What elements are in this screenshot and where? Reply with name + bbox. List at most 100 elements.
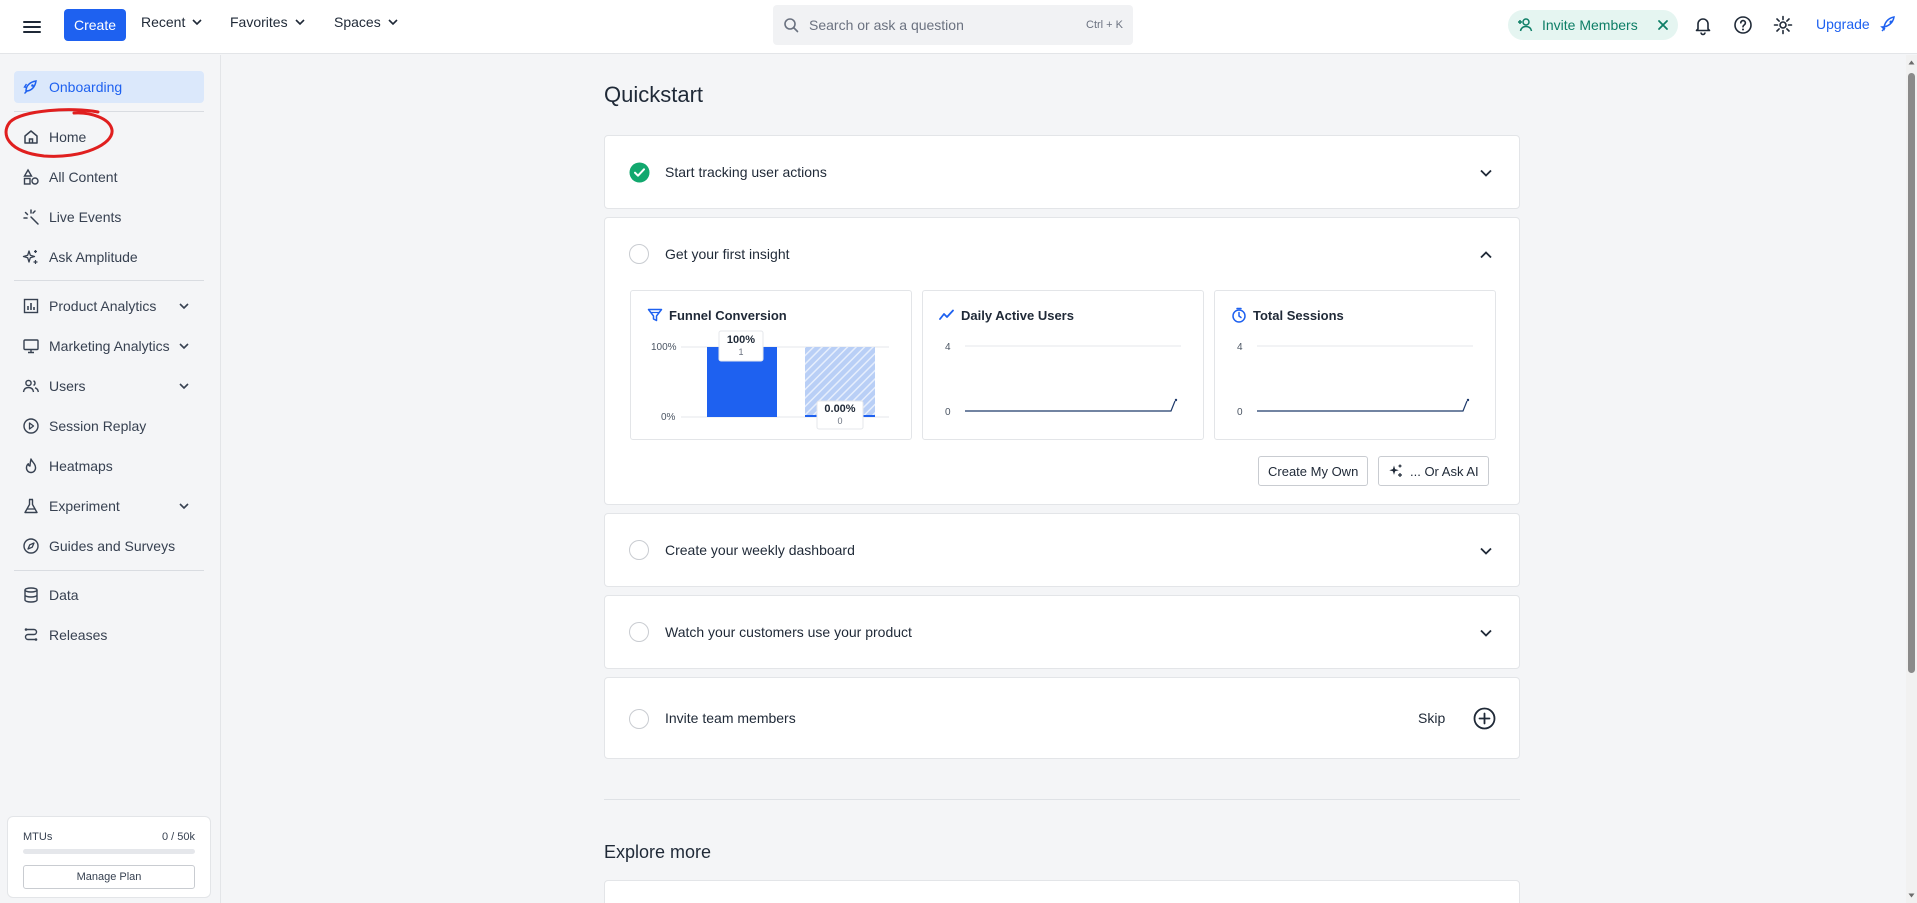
dau-last-point	[1174, 398, 1178, 402]
shapes-icon	[23, 168, 39, 185]
funnel-percent-2: 0.00%	[824, 403, 855, 415]
insight-card-daily-active-users[interactable]: Daily Active Users 4 0	[922, 290, 1204, 440]
step-card-invite-team: Invite team members Skip	[604, 677, 1520, 759]
create-my-own-button[interactable]: Create My Own	[1258, 456, 1369, 486]
chevron-down-icon[interactable]	[1479, 626, 1493, 640]
search-input[interactable]: Search or ask a question Ctrl + K	[773, 5, 1133, 45]
sidebar-item-live-events[interactable]: Live Events	[14, 201, 204, 233]
sidebar-item-label: Experiment	[49, 498, 120, 514]
step-card-watch-customers[interactable]: Watch your customers use your product	[604, 595, 1520, 669]
recent-menu[interactable]: Recent	[141, 14, 203, 30]
sidebar-item-label: Marketing Analytics	[49, 338, 170, 354]
sidebar-item-label: Onboarding	[49, 79, 123, 95]
recent-label: Recent	[141, 14, 186, 30]
sidebar-item-onboarding[interactable]: Onboarding	[14, 71, 204, 103]
ask-ai-button[interactable]: ... Or Ask AI	[1378, 456, 1489, 486]
flask-icon	[24, 498, 38, 514]
sidebar-item-label: Ask Amplitude	[49, 249, 138, 265]
sidebar-item-guides-and-surveys[interactable]: Guides and Surveys	[14, 530, 204, 562]
upgrade-link[interactable]: Upgrade	[1816, 16, 1870, 32]
mtus-panel: MTUs 0 / 50k Manage Plan	[7, 816, 211, 898]
search-shortcut: Ctrl + K	[1086, 19, 1123, 31]
sidebar-item-heatmaps[interactable]: Heatmaps	[14, 450, 204, 482]
ai-sparkle-icon	[1389, 464, 1402, 477]
mtus-label: MTUs	[23, 831, 53, 843]
step-label: Watch your customers use your product	[665, 624, 912, 640]
chevron-down-icon[interactable]	[178, 380, 190, 392]
gear-icon[interactable]	[1772, 14, 1794, 36]
sidebar-item-session-replay[interactable]: Session Replay	[14, 410, 204, 442]
sidebar-item-users[interactable]: Users	[14, 370, 204, 402]
close-icon[interactable]	[1656, 18, 1670, 32]
sidebar-item-all-content[interactable]: All Content	[14, 161, 204, 193]
step-status-circle	[629, 622, 649, 642]
step-card-first-insight: Get your first insight Funnel Conversion…	[604, 217, 1520, 505]
check-circle-icon	[629, 162, 650, 183]
sidebar-item-label: All Content	[49, 169, 118, 185]
sidebar-item-label: Users	[49, 378, 86, 394]
sessions-series-line	[1257, 400, 1468, 412]
add-user-icon	[1518, 18, 1533, 32]
top-bar: Create Recent Favorites Spaces Search or…	[0, 0, 1917, 54]
sidebar-item-label: Session Replay	[49, 418, 147, 434]
y-tick-4: 4	[1237, 342, 1243, 353]
sidebar-item-releases[interactable]: Releases	[14, 619, 204, 651]
section-divider	[604, 799, 1520, 800]
play-circle-icon	[23, 418, 39, 434]
chevron-down-icon[interactable]	[178, 340, 190, 352]
chevron-down-icon[interactable]	[1479, 544, 1493, 558]
explore-more-title: Explore more	[604, 842, 712, 862]
sidebar-item-label: Product Analytics	[49, 298, 157, 314]
invite-members-button[interactable]: Invite Members	[1508, 10, 1678, 40]
favorites-label: Favorites	[230, 14, 288, 30]
chevron-down-icon[interactable]	[178, 500, 190, 512]
hamburger-menu-icon[interactable]	[20, 15, 44, 39]
home-icon	[24, 130, 38, 144]
chevron-up-icon[interactable]	[1479, 248, 1493, 262]
explore-more-card[interactable]	[604, 880, 1520, 903]
bell-icon[interactable]	[1692, 14, 1714, 36]
step-status-circle	[629, 244, 649, 264]
skip-button[interactable]: Skip	[1418, 710, 1445, 726]
rocket-upgrade-icon[interactable]	[1878, 13, 1900, 35]
releases-icon	[24, 628, 38, 641]
page-scrollbar[interactable]	[1906, 55, 1917, 903]
chevron-down-icon	[388, 19, 398, 26]
add-circle-icon[interactable]	[1473, 707, 1496, 730]
mtus-value: 0 / 50k	[161, 831, 195, 843]
sidebar-divider	[14, 280, 204, 281]
insight-card-total-sessions[interactable]: Total Sessions 4 0	[1214, 290, 1496, 440]
step-card-weekly-dashboard[interactable]: Create your weekly dashboard	[604, 513, 1520, 587]
insight-card-funnel-conversion[interactable]: Funnel Conversion 100% 0% 100% 1 0.00% 0	[630, 290, 912, 440]
page-title: Quickstart	[604, 82, 704, 107]
sidebar-item-ask-amplitude[interactable]: Ask Amplitude	[14, 241, 204, 273]
sessions-plot: 4 0	[1237, 342, 1473, 418]
create-button[interactable]: Create	[64, 9, 127, 41]
y-tick-4: 4	[945, 342, 951, 353]
step-label: Start tracking user actions	[665, 164, 827, 180]
invite-members-label: Invite Members	[1542, 17, 1638, 33]
y-tick-0: 0	[945, 407, 951, 418]
scroll-down-icon[interactable]	[1908, 892, 1915, 899]
sidebar-item-label: Live Events	[49, 209, 122, 225]
sidebar-item-home[interactable]: Home	[14, 121, 204, 153]
sidebar-item-label: Guides and Surveys	[49, 538, 176, 554]
sidebar-item-data[interactable]: Data	[14, 579, 204, 611]
sidebar-item-product-analytics[interactable]: Product Analytics	[14, 290, 204, 322]
sidebar-item-marketing-analytics[interactable]: Marketing Analytics	[14, 330, 204, 362]
chevron-down-icon[interactable]	[1479, 166, 1493, 180]
funnel-percent-1: 100%	[727, 334, 755, 346]
sparkle-burst-icon	[23, 209, 39, 225]
help-icon[interactable]	[1732, 14, 1754, 36]
database-icon	[24, 587, 38, 603]
scroll-up-icon[interactable]	[1908, 59, 1915, 66]
favorites-menu[interactable]: Favorites	[230, 14, 306, 30]
step-status-circle	[629, 709, 649, 729]
step-card-start-tracking[interactable]: Start tracking user actions	[604, 135, 1520, 209]
sidebar-item-experiment[interactable]: Experiment	[14, 490, 204, 522]
manage-plan-button[interactable]: Manage Plan	[23, 865, 195, 889]
sidebar-item-label: Releases	[49, 627, 108, 643]
spaces-menu[interactable]: Spaces	[334, 14, 399, 30]
scroll-thumb[interactable]	[1908, 73, 1915, 673]
chevron-down-icon[interactable]	[178, 300, 190, 312]
